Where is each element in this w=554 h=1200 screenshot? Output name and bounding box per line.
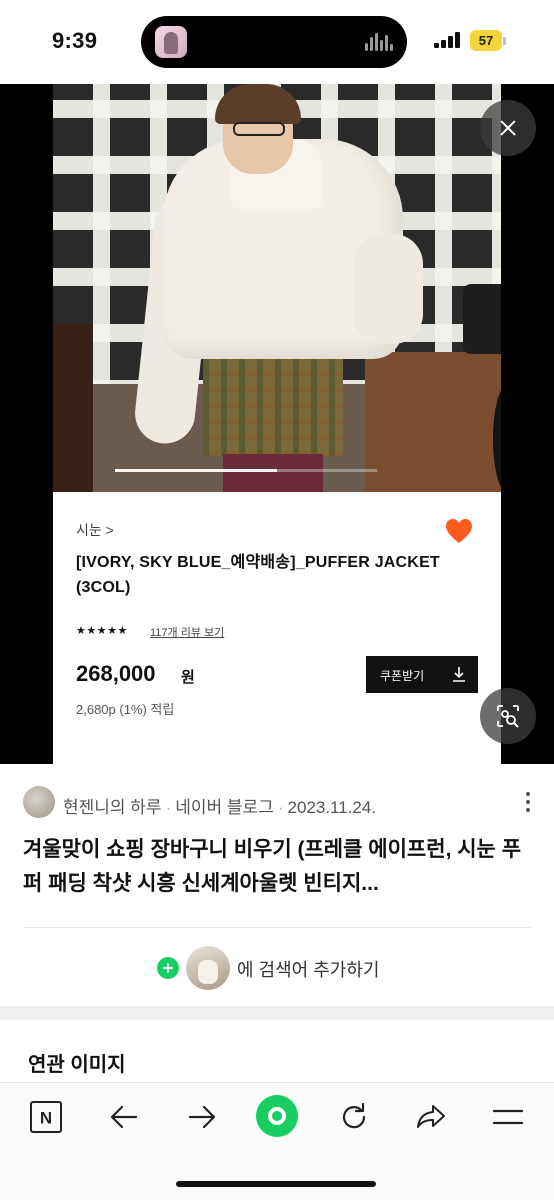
tights [223, 454, 323, 492]
rating-stars: ★★★★★ [76, 625, 128, 637]
home-indicator[interactable] [176, 1181, 376, 1187]
green-home-dot-icon[interactable] [254, 1093, 300, 1139]
share-icon[interactable] [409, 1095, 453, 1139]
download-icon [453, 667, 465, 682]
wooden-chair [53, 324, 93, 492]
forward-arrow-icon[interactable] [180, 1095, 224, 1139]
audio-wave-icon [365, 33, 395, 51]
brand-link[interactable]: 시눈 > [76, 520, 114, 540]
jacket-right-sleeve [353, 234, 423, 344]
naver-n-icon[interactable]: N [24, 1095, 68, 1139]
cellular-signal-icon [434, 32, 462, 48]
divider [23, 927, 531, 928]
reward-points: 2,680p (1%) 적립 [76, 702, 175, 717]
coupon-button[interactable]: 쿠폰받기 [366, 656, 478, 693]
model-glasses [233, 122, 285, 136]
wood-cabinet [365, 352, 501, 492]
menu-icon[interactable] [486, 1095, 530, 1139]
lens-search-icon [497, 705, 519, 728]
battery-tip [503, 37, 506, 45]
dynamic-island[interactable] [141, 16, 407, 68]
source-platform: 네이버 블로그 [175, 798, 274, 817]
product-title: [IVORY, SKY BLUE_예약배송]_PUFFER JACKET (3C… [76, 554, 440, 596]
related-images-title: 연관 이미지 [28, 1054, 126, 1076]
more-options-icon[interactable] [524, 790, 532, 814]
coupon-label: 쿠폰받기 [380, 669, 425, 683]
post-date: 2023.11.24. [287, 798, 377, 817]
now-playing-thumbnail [155, 26, 187, 58]
search-term-thumbnail [186, 946, 230, 990]
plus-icon[interactable] [157, 957, 179, 979]
price-unit: 원 [181, 669, 195, 686]
plaid-skirt [203, 346, 343, 456]
back-arrow-icon[interactable] [102, 1095, 146, 1139]
post-title[interactable]: 겨울맞이 쇼핑 장바구니 비우기 (프레클 에이프런, 시눈 푸퍼 패딩 착샷 … [23, 833, 533, 901]
image-progress-fill [115, 469, 278, 472]
speaker [463, 284, 501, 354]
heart-icon[interactable] [445, 518, 473, 544]
section-separator [0, 1006, 554, 1020]
refresh-icon[interactable] [332, 1095, 376, 1139]
source-line[interactable]: 현젠니의 하루 · 네이버 블로그 · 2023.11.24. [63, 793, 376, 818]
product-photo[interactable] [53, 84, 501, 492]
author-avatar[interactable] [23, 786, 55, 818]
review-link[interactable]: 117개 리뷰 보기 [150, 624, 224, 640]
product-image-card[interactable]: 시눈 > [IVORY, SKY BLUE_예약배송]_PUFFER JACKE… [53, 84, 501, 764]
add-search-term-label[interactable]: 에 검색어 추가하기 [237, 956, 379, 982]
close-button[interactable] [480, 100, 536, 156]
status-time: 9:39 [52, 28, 98, 53]
battery-icon: 57 [470, 30, 502, 51]
image-search-button[interactable] [480, 688, 536, 744]
image-progress-bar [115, 469, 377, 472]
naver-n-label: N [40, 1109, 52, 1128]
product-price: 268,000 [76, 661, 156, 686]
author-name[interactable]: 현젠니의 하루 [63, 798, 162, 817]
